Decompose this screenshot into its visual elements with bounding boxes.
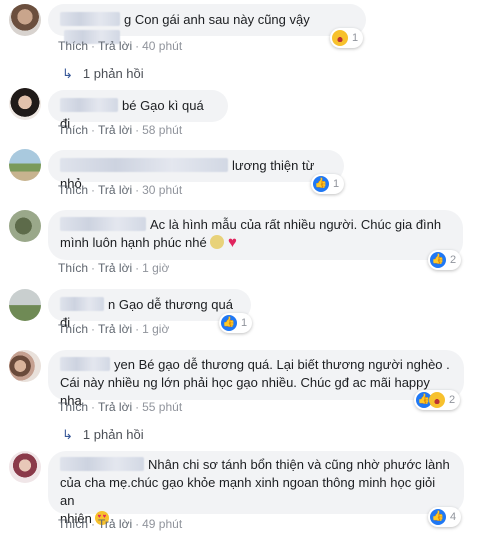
timestamp[interactable]: 1 giờ [142, 322, 169, 336]
author-name[interactable] [60, 158, 228, 172]
avatar[interactable] [9, 149, 41, 181]
view-replies-link[interactable]: ↳ 1 phản hồi [62, 66, 144, 82]
comment-text-line-1: Ac là hình mẫu của rất nhiều người. Chúc… [150, 217, 442, 232]
author-name[interactable] [60, 297, 104, 311]
reaction-count[interactable]: 1 [330, 28, 364, 48]
comment-text-line-2: mình luôn hạnh phúc nhé [60, 235, 207, 250]
timestamp[interactable]: 55 phút [142, 400, 182, 414]
timestamp[interactable]: 1 giờ [142, 261, 169, 275]
like-link[interactable]: Thích [58, 322, 88, 336]
timestamp[interactable]: 58 phút [142, 123, 182, 137]
author-name[interactable] [60, 357, 110, 371]
avatar[interactable] [9, 210, 41, 242]
reaction-count[interactable]: 👍 1 [219, 313, 253, 333]
avatar[interactable] [9, 451, 41, 483]
like-link[interactable]: Thích [58, 39, 88, 53]
comment-bubble: g Con gái anh sau này cũng vậy [48, 4, 366, 44]
like-icon: 👍 [313, 176, 329, 192]
reply-link[interactable]: Trả lời [98, 400, 132, 414]
comment-actions: Thích · Trả lời · 58 phút [58, 123, 183, 137]
avatar[interactable] [9, 4, 41, 36]
comment-actions: Thích · Trả lời · 40 phút [58, 39, 183, 53]
like-link[interactable]: Thích [58, 123, 88, 137]
comment-text-line-1: Nhân chi sơ tánh bổn thiện và cũng nhờ p… [148, 457, 450, 472]
timestamp[interactable]: 30 phút [142, 183, 182, 197]
haha-icon [429, 392, 445, 408]
comment-bubble: bé Gạo kì quá đi [48, 90, 228, 131]
author-name[interactable] [60, 98, 118, 112]
avatar[interactable] [9, 350, 41, 382]
like-icon: 👍 [430, 509, 446, 525]
like-link[interactable]: Thích [58, 517, 88, 531]
comment-bubble: yen Bé gạo dễ thương quá. Lại biết thươn… [48, 350, 464, 408]
author-name[interactable] [60, 12, 120, 26]
comment-actions: Thích · Trả lời · 49 phút [58, 517, 183, 531]
reaction-count[interactable]: 👍 4 [428, 507, 462, 527]
timestamp[interactable]: 49 phút [142, 517, 182, 531]
comment-actions: Thích · Trả lời · 55 phút [58, 400, 183, 414]
comment-bubble: Nhân chi sơ tánh bổn thiện và cũng nhờ p… [48, 451, 464, 526]
reply-arrow-icon: ↳ [62, 66, 73, 81]
heart-icon: ♥ [227, 234, 237, 251]
like-link[interactable]: Thích [58, 183, 88, 197]
reply-link[interactable]: Trả lời [98, 39, 132, 53]
reaction-count[interactable]: 👍 2 [414, 390, 461, 410]
comment-text-line-1: yen Bé gạo dễ thương quá. Lại biết thươn… [114, 357, 450, 372]
avatar[interactable] [9, 289, 41, 321]
author-name[interactable] [60, 217, 146, 231]
comment-text-line-2: của cha mẹ.chúc gạo khỏe mạnh xinh ngoan… [60, 475, 436, 508]
author-name[interactable] [60, 457, 144, 471]
avatar[interactable] [9, 88, 41, 120]
reply-link[interactable]: Trả lời [98, 517, 132, 531]
like-link[interactable]: Thích [58, 400, 88, 414]
haha-icon [332, 30, 348, 46]
reply-link[interactable]: Trả lời [98, 183, 132, 197]
comment-bubble: lương thiện từ nhỏ [48, 150, 344, 191]
comment-text: g Con gái anh sau này cũng vậy [124, 12, 310, 27]
reply-arrow-icon: ↳ [62, 427, 73, 442]
comment-bubble: Ac là hình mẫu của rất nhiều người. Chúc… [48, 210, 463, 260]
comment-actions: Thích · Trả lời · 30 phút [58, 183, 183, 197]
like-icon: 👍 [221, 315, 237, 331]
reply-link[interactable]: Trả lời [98, 322, 132, 336]
reply-link[interactable]: Trả lời [98, 261, 132, 275]
timestamp[interactable]: 40 phút [142, 39, 182, 53]
like-icon: 👍 [430, 252, 446, 268]
comment-actions: Thích · Trả lời · 1 giờ [58, 322, 170, 336]
view-replies-link[interactable]: ↳ 1 phản hồi [62, 427, 144, 443]
comment-actions: Thích · Trả lời · 1 giờ [58, 261, 170, 275]
emoji-icon [210, 235, 225, 249]
like-link[interactable]: Thích [58, 261, 88, 275]
reaction-count[interactable]: 👍 1 [311, 174, 345, 194]
reaction-count[interactable]: 👍 2 [428, 250, 462, 270]
reply-link[interactable]: Trả lời [98, 123, 132, 137]
